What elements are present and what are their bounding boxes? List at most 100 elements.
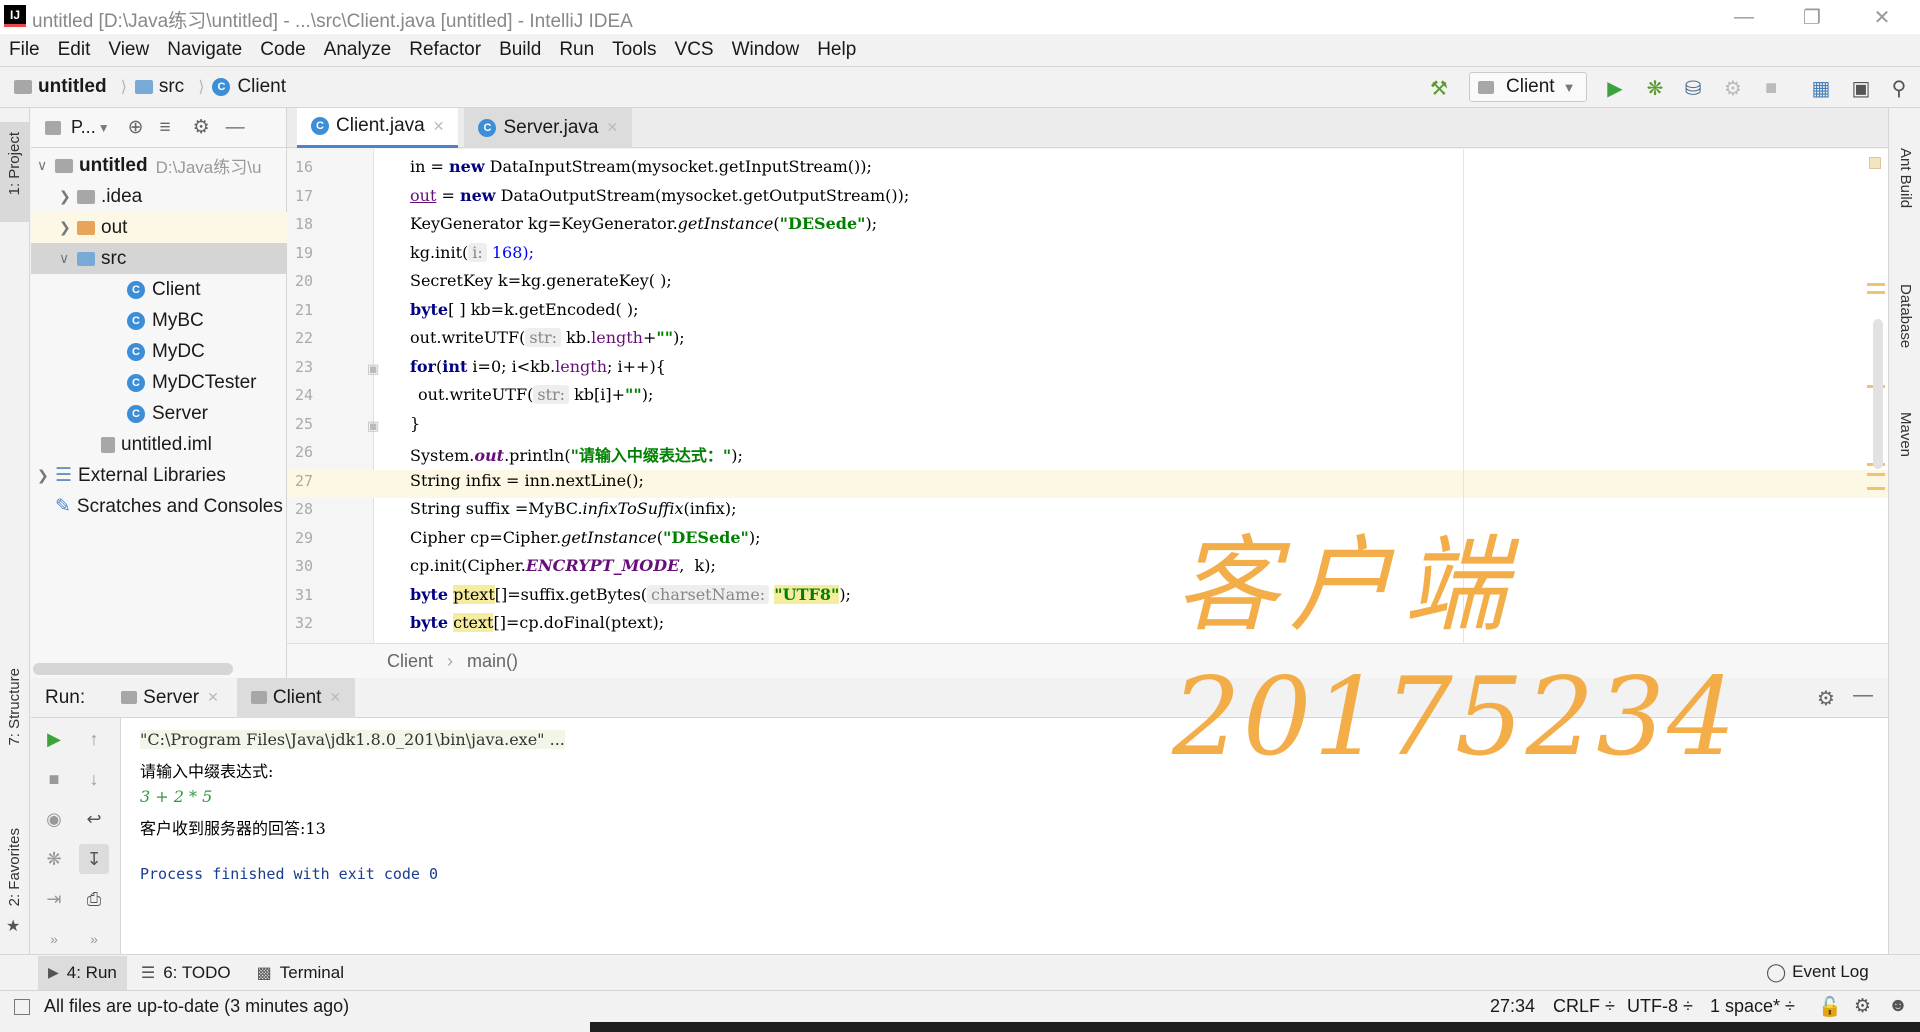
close-tab-icon[interactable]: ✕	[433, 118, 445, 135]
hide-icon[interactable]: —	[1853, 684, 1873, 707]
tree-item-mydctester[interactable]: C MyDCTester	[127, 367, 257, 398]
favorites-tool-tab[interactable]: 2: Favorites	[6, 828, 23, 906]
event-log-button[interactable]: ◯ Event Log	[1766, 955, 1869, 989]
structure-tool-tab[interactable]: 7: Structure	[6, 668, 23, 746]
menu-window[interactable]: Window	[732, 39, 800, 61]
project-view-selector[interactable]: P...	[71, 117, 96, 138]
locate-icon[interactable]: ⊕	[128, 116, 144, 139]
ant-build-tool-tab[interactable]: Ant Build	[1897, 148, 1914, 208]
hide-icon[interactable]: —	[226, 117, 245, 139]
breadcrumb-src[interactable]: src	[134, 76, 184, 98]
gear-icon[interactable]: ⚙	[193, 116, 210, 139]
tool-windows-toggle-icon[interactable]	[14, 998, 30, 1015]
project-structure-icon[interactable]: ▦	[1806, 73, 1836, 103]
line-separator-selector[interactable]: CRLF ÷	[1553, 996, 1615, 1017]
camera-icon[interactable]: ◉	[39, 804, 69, 834]
todo-tool-button[interactable]: ☰ 6: TODO	[127, 956, 245, 990]
notifications-icon[interactable]: ☻	[1888, 995, 1908, 1017]
down-arrow-icon[interactable]: ↓	[79, 764, 109, 794]
window-title: untitled [D:\Java练习\untitled] - ...\src\…	[32, 11, 633, 32]
tree-item-label: untitled.iml	[121, 433, 212, 455]
tree-item-external-libraries[interactable]: ❯ ☰ External Libraries	[37, 460, 226, 491]
error-stripe-mark[interactable]	[1867, 473, 1885, 476]
menu-vcs[interactable]: VCS	[675, 39, 714, 61]
terminal-tool-button[interactable]: ▩ Terminal	[245, 956, 356, 990]
build-hammer-icon[interactable]: ⚒	[1424, 73, 1454, 103]
menu-edit[interactable]: Edit	[58, 39, 91, 61]
tree-item-mybc[interactable]: C MyBC	[127, 305, 204, 336]
coverage-icon[interactable]: ⛁	[1678, 73, 1708, 103]
bug-icon[interactable]: ❋	[39, 844, 69, 874]
run-icon[interactable]: ▶	[1600, 73, 1630, 103]
menu-refactor[interactable]: Refactor	[409, 39, 481, 61]
maven-tool-tab[interactable]: Maven	[1897, 412, 1914, 457]
menu-analyze[interactable]: Analyze	[324, 39, 392, 61]
stop-icon[interactable]: ■	[1756, 73, 1786, 103]
error-stripe-mark[interactable]	[1867, 291, 1885, 294]
breadcrumb-client[interactable]: C Client	[212, 76, 286, 98]
close-tab-icon[interactable]: ✕	[207, 689, 219, 706]
close-tab-icon[interactable]: ✕	[607, 119, 619, 136]
vertical-scrollbar[interactable]	[1873, 319, 1883, 469]
run-tab-server[interactable]: Server ✕	[109, 678, 231, 718]
collapse-all-icon[interactable]: ≡	[160, 117, 171, 139]
print-icon[interactable]: ⎙	[79, 884, 109, 914]
analysis-status-icon[interactable]	[1869, 157, 1881, 169]
horizontal-scrollbar[interactable]	[33, 663, 233, 675]
tab-client-java[interactable]: C Client.java ✕	[297, 107, 459, 148]
run-tab-client[interactable]: Client ✕	[236, 677, 356, 718]
database-tool-tab[interactable]: Database	[1897, 284, 1914, 348]
tree-item-server[interactable]: C Server	[127, 398, 208, 429]
tree-item-out[interactable]: ❯ out	[31, 212, 287, 243]
scroll-to-end-icon[interactable]: ↧	[79, 844, 109, 874]
error-stripe-mark[interactable]	[1867, 283, 1885, 286]
lock-icon[interactable]: 🔓	[1818, 995, 1842, 1019]
debug-icon[interactable]: ❋	[1640, 73, 1670, 103]
tree-item-iml[interactable]: untitled.iml	[101, 429, 212, 460]
breadcrumb-method[interactable]: main()	[467, 651, 518, 672]
up-arrow-icon[interactable]: ↑	[79, 724, 109, 754]
error-stripe-mark[interactable]	[1867, 487, 1885, 490]
soft-wrap-icon[interactable]: ↩	[79, 804, 109, 834]
git-icon[interactable]: ⚙	[1854, 995, 1871, 1018]
tab-server-java[interactable]: C Server.java ✕	[464, 107, 633, 148]
run-tool-button[interactable]: ▶ 4: Run	[38, 955, 127, 990]
close-icon[interactable]: ✕	[1864, 4, 1900, 30]
line-number: 27	[295, 472, 314, 490]
caret-position[interactable]: 27:34	[1490, 996, 1535, 1017]
exit-icon[interactable]: ⇥	[39, 884, 69, 914]
tree-item-src[interactable]: ∨ src	[31, 243, 287, 274]
more-icon[interactable]: »	[79, 924, 109, 954]
close-tab-icon[interactable]: ✕	[329, 689, 341, 706]
tree-item-mydc[interactable]: C MyDC	[127, 336, 205, 367]
restore-icon[interactable]: ❐	[1794, 4, 1830, 30]
rerun-icon[interactable]: ▶	[39, 724, 69, 754]
menu-help[interactable]: Help	[817, 39, 856, 61]
project-tool-tab[interactable]: 1: Project	[0, 122, 30, 222]
search-icon[interactable]: ⚲	[1884, 73, 1914, 103]
stop-icon[interactable]: ■	[39, 764, 69, 794]
indent-selector[interactable]: 1 space* ÷	[1710, 996, 1795, 1017]
presentation-icon[interactable]: ▣	[1846, 73, 1876, 103]
tree-item-client[interactable]: C Client	[127, 274, 201, 305]
breadcrumb-class[interactable]: Client	[387, 651, 433, 672]
gear-icon[interactable]: ⚙	[1817, 686, 1835, 711]
more-icon[interactable]: »	[39, 924, 69, 954]
profile-icon[interactable]: ⚙	[1718, 73, 1748, 103]
tree-item-scratches[interactable]: ✎ Scratches and Consoles	[55, 491, 283, 522]
class-icon: C	[127, 373, 145, 392]
menu-file[interactable]: File	[9, 39, 40, 61]
encoding-selector[interactable]: UTF-8 ÷	[1627, 996, 1693, 1017]
run-config-selector[interactable]: Client ▼	[1469, 72, 1587, 102]
tree-item-idea[interactable]: ❯ . idea	[59, 181, 142, 212]
console-line: Process finished with exit code 0	[140, 865, 439, 883]
menu-run[interactable]: Run	[559, 39, 594, 61]
minimize-icon[interactable]: —	[1726, 4, 1762, 30]
menu-code[interactable]: Code	[260, 39, 305, 61]
tree-item-root[interactable]: ∨ untitled D:\Java练习\u	[37, 150, 261, 181]
menu-navigate[interactable]: Navigate	[167, 39, 242, 61]
menu-build[interactable]: Build	[499, 39, 541, 61]
breadcrumb-project[interactable]: untitled	[14, 76, 107, 98]
menu-view[interactable]: View	[108, 39, 149, 61]
menu-tools[interactable]: Tools	[612, 39, 656, 61]
